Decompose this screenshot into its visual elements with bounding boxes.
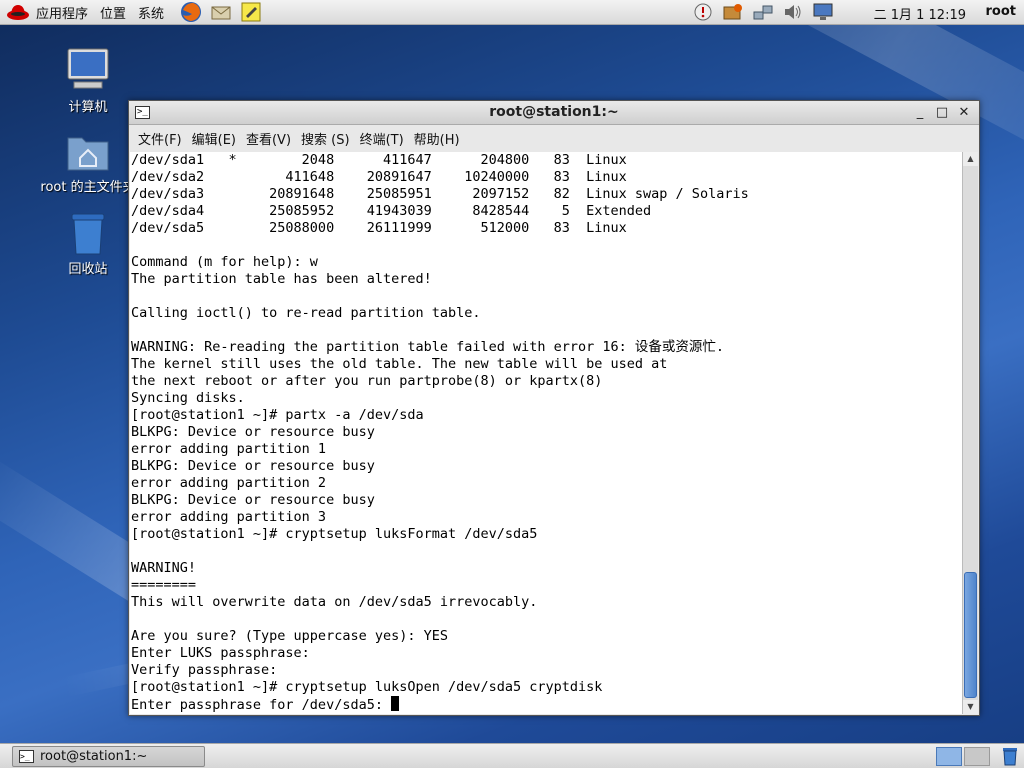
terminal-line: This will overwrite data on /dev/sda5 ir…: [131, 594, 538, 610]
menu-terminal[interactable]: 终端(T): [355, 129, 409, 148]
home-folder-icon: [64, 130, 112, 174]
trash-icon[interactable]: [1000, 746, 1020, 766]
terminal-line: WARNING: Re-reading the partition table …: [131, 339, 725, 355]
terminal-line: /dev/sda4 25085952 41943039 8428544 5 Ex…: [131, 203, 652, 219]
window-title: root@station1:~: [489, 104, 619, 120]
desktop-icon-label: 回收站: [68, 262, 108, 277]
desktop-icon-label: root 的主文件夹: [40, 180, 136, 195]
terminal-window[interactable]: >_ root@station1:~ _ □ ✕ 文件(F) 编辑(E) 查看(…: [128, 100, 980, 716]
text-cursor: [391, 696, 400, 711]
scroll-down-button[interactable]: ▼: [963, 700, 978, 714]
terminal-line: /dev/sda3 20891648 25085951 2097152 82 L…: [131, 186, 749, 202]
menu-file[interactable]: 文件(F): [133, 129, 187, 148]
user-menu[interactable]: root: [986, 4, 1017, 19]
terminal-line: Are you sure? (Type uppercase yes): YES: [131, 628, 448, 644]
scrollbar-thumb[interactable]: [964, 572, 977, 698]
redhat-logo-icon[interactable]: [6, 1, 30, 23]
terminal-line: The kernel still uses the old table. The…: [131, 356, 668, 372]
terminal-line: /dev/sda2 411648 20891647 10240000 83 Li…: [131, 169, 627, 185]
network-icon[interactable]: [752, 2, 774, 22]
desktop-icon-label: 计算机: [68, 100, 108, 115]
terminal-line: Verify passphrase:: [131, 662, 278, 678]
menu-view[interactable]: 查看(V): [241, 129, 296, 148]
terminal-line: [root@station1 ~]# cryptsetup luksOpen /…: [131, 679, 603, 695]
terminal-line: Calling ioctl() to re-read partition tab…: [131, 305, 481, 321]
vertical-scrollbar[interactable]: ▲ ▼: [962, 152, 978, 714]
taskbar-button-label: root@station1:~: [40, 749, 148, 764]
terminal-line: [root@station1 ~]# partx -a /dev/sda: [131, 407, 424, 423]
menu-help[interactable]: 帮助(H): [409, 129, 465, 148]
computer-icon: [64, 46, 112, 94]
desktop-icon-computer[interactable]: 计算机: [33, 46, 143, 115]
terminal-prompt-line[interactable]: Enter passphrase for /dev/sda5:: [130, 696, 962, 713]
terminal-line: BLKPG: Device or resource busy: [131, 458, 375, 474]
menubar: 文件(F) 编辑(E) 查看(V) 搜索 (S) 终端(T) 帮助(H): [129, 125, 979, 151]
terminal-line: BLKPG: Device or resource busy: [131, 424, 375, 440]
terminal-output[interactable]: /dev/sda1 * 2048 411647 204800 83 Linux …: [130, 152, 962, 714]
menu-search[interactable]: 搜索 (S): [296, 129, 355, 148]
menu-places[interactable]: 位置: [94, 3, 132, 22]
update-icon[interactable]: [692, 2, 714, 22]
terminal-icon: >_: [19, 750, 34, 763]
workspace-1[interactable]: [936, 747, 962, 766]
minimize-button[interactable]: _: [911, 104, 929, 122]
terminal-line: Enter LUKS passphrase:: [131, 645, 310, 661]
desktop-icon-home[interactable]: root 的主文件夹: [33, 130, 143, 195]
bottom-panel: >_ root@station1:~: [0, 743, 1024, 768]
terminal-line: error adding partition 3: [131, 509, 327, 525]
terminal-line: [root@station1 ~]# cryptsetup luksFormat…: [131, 526, 538, 542]
display-icon[interactable]: [812, 2, 834, 22]
terminal-line: BLKPG: Device or resource busy: [131, 492, 375, 508]
trash-icon: [66, 210, 110, 256]
notes-icon[interactable]: [240, 1, 262, 23]
terminal-line: error adding partition 1: [131, 441, 327, 457]
terminal-line: the next reboot or after you run partpro…: [131, 373, 603, 389]
workspace-2[interactable]: [964, 747, 990, 766]
clock[interactable]: 二 1月 1 12:19: [874, 4, 966, 23]
terminal-line: The partition table has been altered!: [131, 271, 432, 287]
top-panel: 应用程序 位置 系统 二 1月 1 12:19 root: [0, 0, 1024, 25]
system-tray: [692, 2, 834, 22]
package-icon[interactable]: [722, 2, 744, 22]
taskbar-button-terminal[interactable]: >_ root@station1:~: [12, 746, 205, 767]
close-button[interactable]: ✕: [955, 104, 973, 122]
terminal-line: Syncing disks.: [131, 390, 245, 406]
terminal-line: /dev/sda1 * 2048 411647 204800 83 Linux: [131, 152, 627, 168]
menu-applications[interactable]: 应用程序: [30, 3, 94, 22]
window-titlebar[interactable]: >_ root@station1:~ _ □ ✕: [129, 101, 979, 125]
firefox-icon[interactable]: [180, 1, 202, 23]
menu-system[interactable]: 系统: [132, 3, 170, 22]
menu-edit[interactable]: 编辑(E): [187, 129, 241, 148]
maximize-button[interactable]: □: [933, 104, 951, 122]
terminal-prompt: Enter passphrase for /dev/sda5:: [131, 697, 392, 713]
scroll-up-button[interactable]: ▲: [963, 152, 978, 166]
terminal-line: Command (m for help): w: [131, 254, 318, 270]
terminal-line: ========: [131, 577, 197, 593]
terminal-line: error adding partition 2: [131, 475, 327, 491]
terminal-line: /dev/sda5 25088000 26111999 512000 83 Li…: [131, 220, 627, 236]
volume-icon[interactable]: [782, 2, 804, 22]
terminal-line: WARNING!: [131, 560, 197, 576]
mail-icon[interactable]: [210, 1, 232, 23]
desktop-icon-trash[interactable]: 回收站: [33, 210, 143, 277]
